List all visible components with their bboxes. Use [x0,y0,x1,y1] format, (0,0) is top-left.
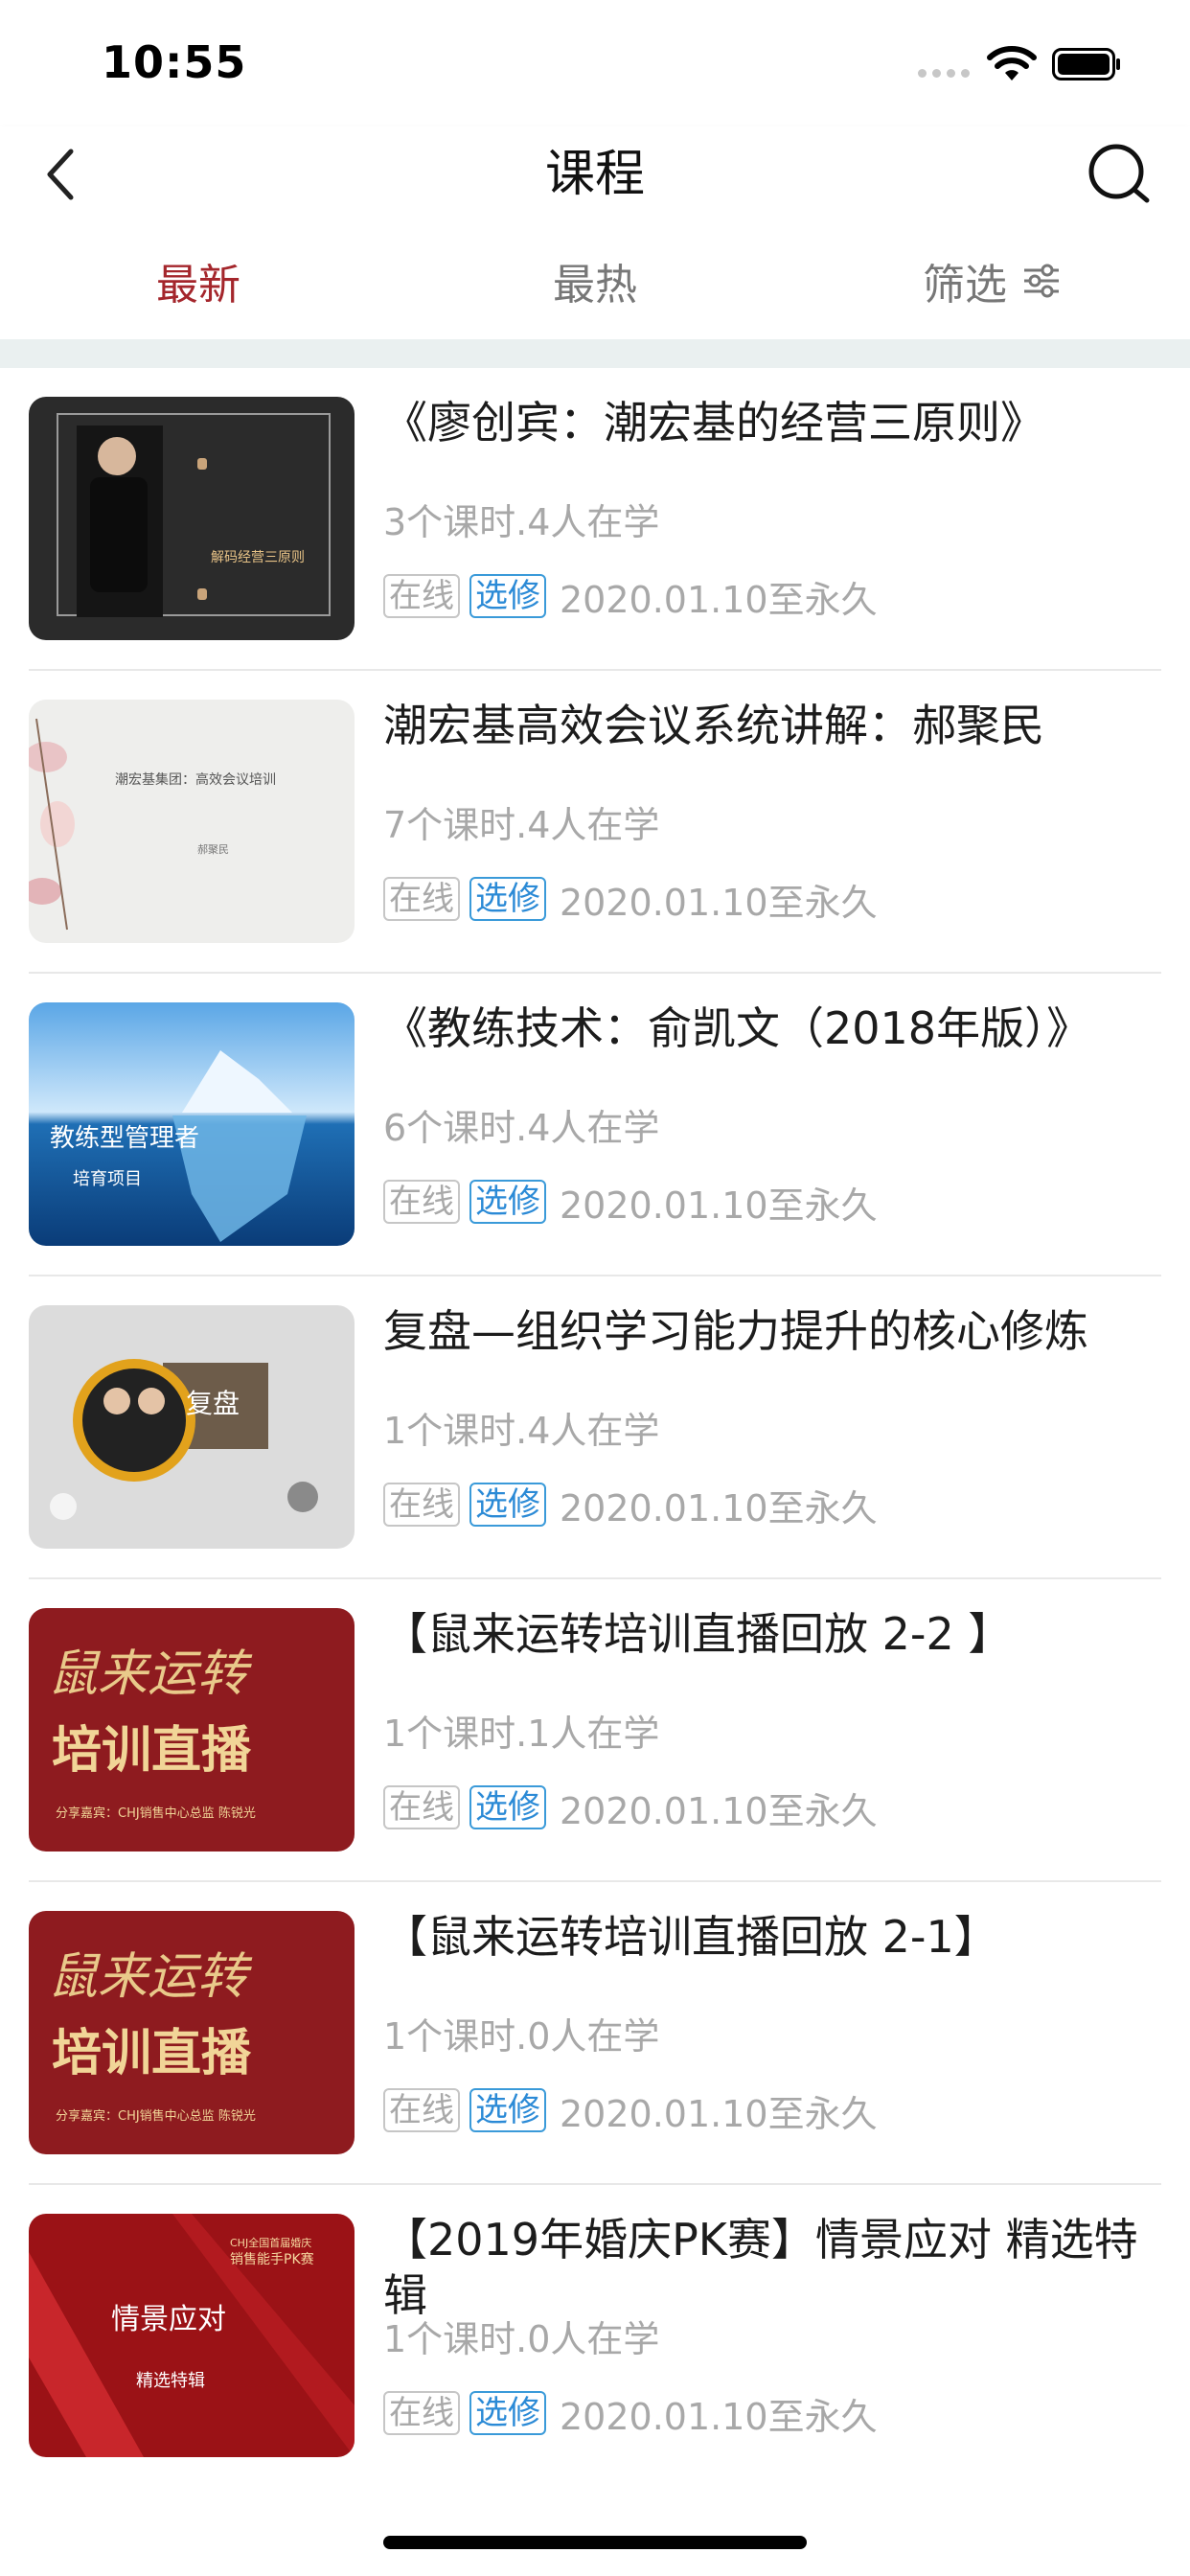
nav-bar: 课程 [0,126,1190,222]
course-thumbnail: 复盘 [29,1305,355,1549]
course-validity: 2020.01.10至永久 [560,1789,878,1832]
course-title: 【鼠来运转培训直播回放 2-2 】 [383,1608,1013,1660]
course-validity: 2020.01.10至永久 [560,578,878,621]
search-icon [1088,144,1150,203]
course-meta: 6个课时.4人在学 [383,1107,660,1149]
course-validity: 2020.01.10至永久 [560,1184,878,1227]
tag-elective: 选修 [469,1785,546,1829]
search-button[interactable] [1081,126,1157,222]
cellular-signal-icon [918,69,972,79]
thumb-caption: 复盘 [186,1388,240,1419]
tag-elective: 选修 [469,877,546,921]
tag-online: 在线 [383,2391,460,2435]
course-meta: 1个课时.0人在学 [383,2015,660,2058]
course-thumbnail: 教练型管理者 培育项目 [29,1002,355,1246]
thumb-caption: 销售能手PK赛 [230,2252,314,2267]
thumb-caption: 分享嘉宾：CHJ销售中心总监 陈锐光 [56,2108,256,2124]
thumb-caption: 分享嘉宾：CHJ销售中心总监 陈锐光 [56,1806,256,1821]
status-bar: 10:55 [0,0,1190,126]
course-item[interactable]: 鼠来运转 培训直播 分享嘉宾：CHJ销售中心总监 陈锐光 【鼠来运转培训直播回放… [29,1882,1161,2185]
course-title: 复盘—组织学习能力提升的核心修炼 [383,1305,1088,1357]
thumb-caption: 精选特辑 [136,2371,205,2391]
thumb-caption: 情景应对 [111,2303,226,2336]
course-title: 潮宏基高效会议系统讲解：郝聚民 [383,700,1044,751]
course-item[interactable]: CHJ全国首届婚庆 销售能手PK赛 情景应对 精选特辑 【2019年婚庆PK赛】… [29,2185,1161,2486]
tag-row: 在线 选修 2020.01.10至永久 [383,573,878,621]
course-validity: 2020.01.10至永久 [560,881,878,924]
tab-filter-label: 筛选 [923,261,1007,310]
tag-online: 在线 [383,877,460,921]
section-divider [0,339,1190,368]
thumb-caption: 培育项目 [73,1169,142,1189]
course-thumbnail: CHJ全国首届婚庆 销售能手PK赛 情景应对 精选特辑 [29,2214,355,2457]
tag-online: 在线 [383,574,460,618]
battery-icon [1052,48,1120,80]
tab-filter[interactable]: 筛选 [793,222,1190,339]
course-title: 【鼠来运转培训直播回放 2-1】 [383,1911,998,1963]
course-item[interactable]: 潮宏基集团：高效会议培训 郝聚民 潮宏基高效会议系统讲解：郝聚民 7个课时.4人… [29,671,1161,974]
course-meta: 1个课时.0人在学 [383,2318,660,2360]
home-indicator[interactable] [383,2536,807,2549]
course-thumbnail: 鼠来运转 培训直播 分享嘉宾：CHJ销售中心总监 陈锐光 [29,1608,355,1852]
thumb-caption: 教练型管理者 [50,1124,199,1153]
thumb-caption: 潮宏基集团：高效会议培训 [115,771,276,788]
thumb-caption: 鼠来运转 [48,1645,253,1703]
tag-online: 在线 [383,2088,460,2132]
course-title: 《教练技术：俞凯文（2018年版）》 [383,1002,1091,1054]
course-validity: 2020.01.10至永久 [560,2395,878,2438]
course-item[interactable]: 鼠来运转 培训直播 分享嘉宾：CHJ销售中心总监 陈锐光 【鼠来运转培训直播回放… [29,1579,1161,1882]
tab-bar: 最新 最热 筛选 [0,222,1190,339]
tag-elective: 选修 [469,2391,546,2435]
course-meta: 3个课时.4人在学 [383,501,660,543]
wifi-icon [987,46,1037,80]
tag-online: 在线 [383,1180,460,1224]
tag-elective: 选修 [469,2088,546,2132]
tag-row: 在线 选修 2020.01.10至永久 [383,876,878,924]
tag-row: 在线 选修 2020.01.10至永久 [383,1179,878,1227]
course-title: 《廖创宾：潮宏基的经营三原则》 [383,397,1044,448]
tag-row: 在线 选修 2020.01.10至永久 [383,2390,878,2438]
page-title: 课程 [544,146,645,203]
tab-latest-label: 最新 [156,261,240,310]
tag-elective: 选修 [469,574,546,618]
tag-elective: 选修 [469,1483,546,1527]
course-thumbnail: 潮宏基集团：高效会议培训 郝聚民 [29,700,355,943]
filter-sliders-icon [1024,264,1059,298]
tag-online: 在线 [383,1483,460,1527]
course-item[interactable]: 解码经营三原则 《廖创宾：潮宏基的经营三原则》 3个课时.4人在学 在线 选修 … [29,368,1161,671]
course-validity: 2020.01.10至永久 [560,1486,878,1530]
tag-elective: 选修 [469,1180,546,1224]
course-meta: 1个课时.1人在学 [383,1713,660,1755]
thumb-caption: 培训直播 [52,2025,252,2082]
thumb-caption: CHJ全国首届婚庆 [230,2236,311,2249]
status-time: 10:55 [102,36,247,88]
thumb-caption: 郝聚民 [197,842,229,856]
course-item[interactable]: 教练型管理者 培育项目 《教练技术：俞凯文（2018年版）》 6个课时.4人在学… [29,974,1161,1276]
thumb-caption: 鼠来运转 [48,1948,253,2006]
tag-row: 在线 选修 2020.01.10至永久 [383,1482,878,1530]
course-list: 解码经营三原则 《廖创宾：潮宏基的经营三原则》 3个课时.4人在学 在线 选修 … [0,368,1190,2486]
tag-row: 在线 选修 2020.01.10至永久 [383,1784,878,1832]
course-thumbnail: 鼠来运转 培训直播 分享嘉宾：CHJ销售中心总监 陈锐光 [29,1911,355,2154]
thumb-caption: 解码经营三原则 [211,550,305,565]
course-item[interactable]: 复盘 复盘—组织学习能力提升的核心修炼 1个课时.4人在学 在线 选修 2020… [29,1276,1161,1579]
tab-hottest-label: 最热 [553,261,637,310]
course-meta: 7个课时.4人在学 [383,804,660,846]
tag-row: 在线 选修 2020.01.10至永久 [383,2087,878,2135]
course-meta: 1个课时.4人在学 [383,1410,660,1452]
tag-online: 在线 [383,1785,460,1829]
tab-latest[interactable]: 最新 [0,222,397,339]
tab-hottest[interactable]: 最热 [397,222,793,339]
course-title: 【2019年婚庆PK赛】情景应对 精选特辑 [383,2214,1138,2321]
course-validity: 2020.01.10至永久 [560,2092,878,2135]
thumb-caption: 培训直播 [52,1722,252,1780]
course-thumbnail: 解码经营三原则 [29,397,355,640]
